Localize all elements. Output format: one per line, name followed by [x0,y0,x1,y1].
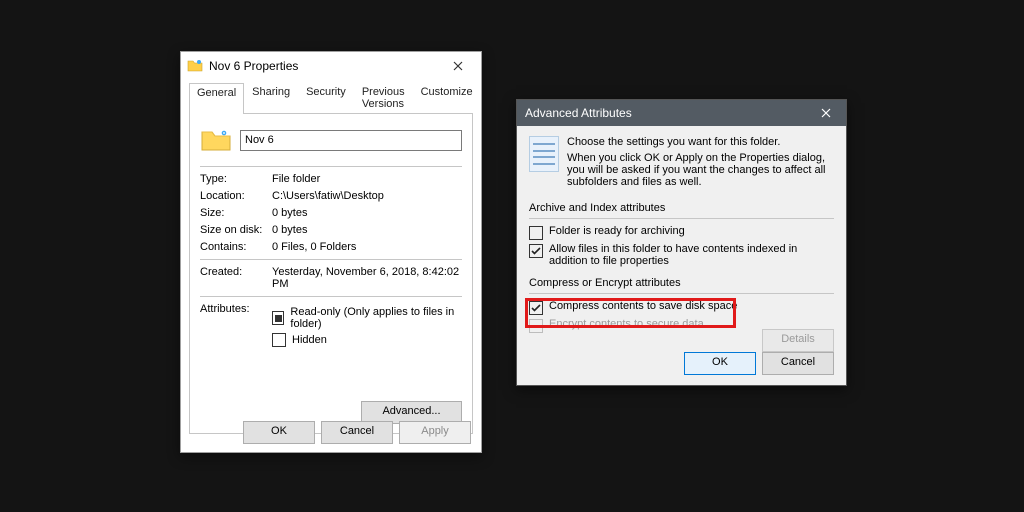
advanced-attributes-window: Advanced Attributes Choose the settings … [516,99,847,386]
advanced-intro-line2: When you click OK or Apply on the Proper… [567,152,834,188]
size-value: 0 bytes [272,207,462,219]
folder-properties-window: Nov 6 Properties General Sharing Securit… [180,51,482,453]
divider [200,259,462,260]
type-label: Type: [200,173,272,185]
divider [529,218,834,219]
tab-sharing[interactable]: Sharing [244,82,298,113]
size-on-disk-label: Size on disk: [200,224,272,236]
divider [529,293,834,294]
ok-button[interactable]: OK [243,421,315,444]
folder-large-icon [200,124,232,156]
contains-label: Contains: [200,241,272,253]
ok-button[interactable]: OK [684,352,756,375]
advanced-intro-line1: Choose the settings you want for this fo… [567,136,834,148]
folder-icon [187,58,203,74]
properties-tabstrip: General Sharing Security Previous Versio… [189,80,473,114]
size-on-disk-value: 0 bytes [272,224,462,236]
details-button: Details [762,329,834,352]
tab-previous-versions[interactable]: Previous Versions [354,82,413,113]
attributes-label: Attributes: [200,303,272,315]
encrypt-checkbox [529,319,543,333]
folder-name-input[interactable] [240,130,462,151]
close-icon[interactable] [441,55,475,77]
hidden-checkbox[interactable] [272,333,286,347]
compress-checkbox[interactable] [529,301,543,315]
advanced-title: Advanced Attributes [525,106,632,120]
apply-button[interactable]: Apply [399,421,471,444]
divider [200,166,462,167]
readonly-checkbox[interactable] [272,311,284,325]
divider [200,296,462,297]
compress-group-label: Compress or Encrypt attributes [529,277,834,289]
tab-security[interactable]: Security [298,82,354,113]
readonly-label: Read-only (Only applies to files in fold… [290,306,462,330]
close-icon[interactable] [806,100,846,126]
cancel-button[interactable]: Cancel [321,421,393,444]
index-label: Allow files in this folder to have conte… [549,243,834,267]
contains-value: 0 Files, 0 Folders [272,241,462,253]
properties-title: Nov 6 Properties [209,59,441,73]
advanced-titlebar[interactable]: Advanced Attributes [517,100,846,126]
index-checkbox[interactable] [529,244,543,258]
advanced-intro: Choose the settings you want for this fo… [567,136,834,192]
tab-customize[interactable]: Customize [413,82,481,113]
archive-checkbox[interactable] [529,226,543,240]
hidden-label: Hidden [292,334,327,346]
cancel-button[interactable]: Cancel [762,352,834,375]
type-value: File folder [272,173,462,185]
tab-general[interactable]: General [189,83,244,114]
created-label: Created: [200,266,272,290]
properties-titlebar[interactable]: Nov 6 Properties [181,52,481,80]
location-value: C:\Users\fatiw\Desktop [272,190,462,202]
archive-group-label: Archive and Index attributes [529,202,834,214]
size-label: Size: [200,207,272,219]
archive-label: Folder is ready for archiving [549,225,685,237]
encrypt-label: Encrypt contents to secure data [549,318,704,330]
attributes-sheet-icon [529,136,559,172]
general-tab-panel: Type:File folder Location:C:\Users\fatiw… [189,114,473,434]
compress-label: Compress contents to save disk space [549,300,737,312]
location-label: Location: [200,190,272,202]
created-value: Yesterday, November 6, 2018, 8:42:02 PM [272,266,462,290]
